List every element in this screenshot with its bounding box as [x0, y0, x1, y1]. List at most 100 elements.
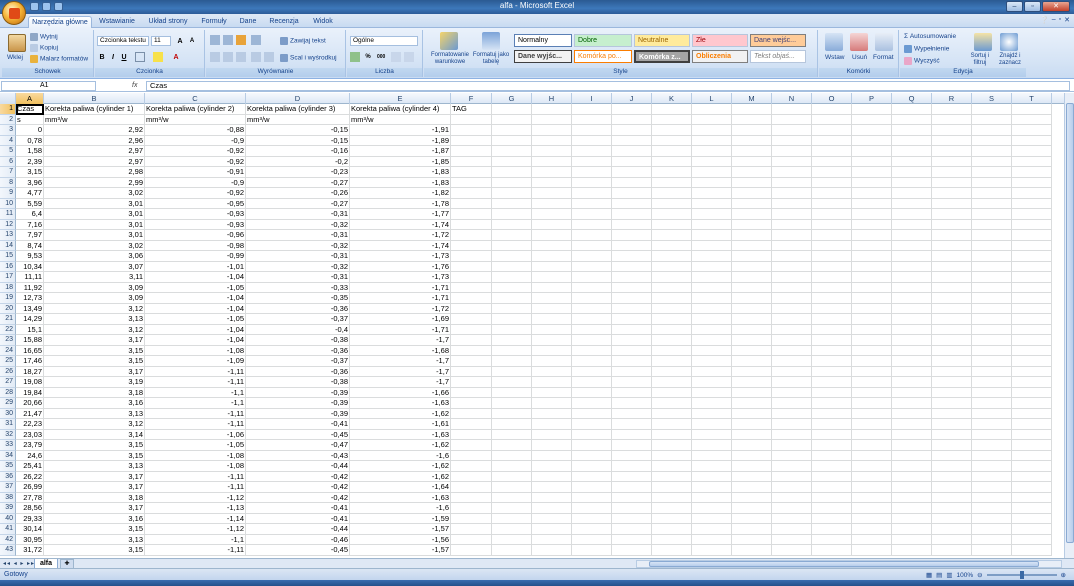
cell-t13[interactable] — [1012, 230, 1052, 241]
cell-d7[interactable]: -0,23 — [246, 167, 350, 178]
cell-d15[interactable]: -0,31 — [246, 251, 350, 262]
cell-e31[interactable]: -1,61 — [350, 419, 451, 430]
cell-t21[interactable] — [1012, 314, 1052, 325]
cell-c22[interactable]: -1,04 — [145, 324, 246, 335]
cell-l40[interactable] — [692, 513, 732, 524]
cell-n18[interactable] — [772, 282, 812, 293]
name-box[interactable]: A1 — [1, 81, 96, 91]
cell-n39[interactable] — [772, 503, 812, 514]
merge-center-button[interactable]: Scal i wyśrodkuj — [280, 54, 337, 62]
cell-i26[interactable] — [572, 366, 612, 377]
cell-j9[interactable] — [612, 188, 652, 199]
cell-l13[interactable] — [692, 230, 732, 241]
thousands-icon[interactable]: 000 — [376, 52, 386, 62]
cell-k26[interactable] — [652, 366, 692, 377]
cell-f9[interactable] — [451, 188, 492, 199]
cell-f14[interactable] — [451, 240, 492, 251]
cell-r38[interactable] — [932, 492, 972, 503]
cell-i35[interactable] — [572, 461, 612, 472]
cell-j12[interactable] — [612, 219, 652, 230]
cell-b12[interactable]: 3,01 — [44, 219, 145, 230]
cell-h23[interactable] — [532, 335, 572, 346]
cell-i32[interactable] — [572, 429, 612, 440]
cell-h25[interactable] — [532, 356, 572, 367]
cell-g18[interactable] — [492, 282, 532, 293]
cell-b17[interactable]: 3,11 — [44, 272, 145, 283]
cell-t34[interactable] — [1012, 450, 1052, 461]
cell-f36[interactable] — [451, 471, 492, 482]
cell-r9[interactable] — [932, 188, 972, 199]
cell-j41[interactable] — [612, 524, 652, 535]
format-cells-icon[interactable] — [875, 33, 893, 51]
zoom-out-icon[interactable]: ⊖ — [977, 571, 982, 579]
cell-n33[interactable] — [772, 440, 812, 451]
cell-m38[interactable] — [732, 492, 772, 503]
style-calculation[interactable]: Obliczenia — [692, 50, 748, 63]
cell-d41[interactable]: -0,44 — [246, 524, 350, 535]
cell-p16[interactable] — [852, 261, 892, 272]
cell-m26[interactable] — [732, 366, 772, 377]
cell-r28[interactable] — [932, 387, 972, 398]
cell-h18[interactable] — [532, 282, 572, 293]
cell-k9[interactable] — [652, 188, 692, 199]
copy-button[interactable]: Kopiuj — [30, 44, 58, 52]
cell-c30[interactable]: -1,11 — [145, 408, 246, 419]
cell-n16[interactable] — [772, 261, 812, 272]
cell-d23[interactable]: -0,38 — [246, 335, 350, 346]
cell-o1[interactable] — [812, 104, 852, 115]
column-header-p[interactable]: P — [852, 93, 892, 104]
cell-s38[interactable] — [972, 492, 1012, 503]
cell-s31[interactable] — [972, 419, 1012, 430]
row-header[interactable]: 18 — [0, 282, 16, 293]
cell-t31[interactable] — [1012, 419, 1052, 430]
cell-c34[interactable]: -1,08 — [145, 450, 246, 461]
cell-g38[interactable] — [492, 492, 532, 503]
cell-h31[interactable] — [532, 419, 572, 430]
cell-q27[interactable] — [892, 377, 932, 388]
cell-a9[interactable]: 4,77 — [16, 188, 44, 199]
cell-n7[interactable] — [772, 167, 812, 178]
cell-p43[interactable] — [852, 545, 892, 556]
cell-i12[interactable] — [572, 219, 612, 230]
cell-h41[interactable] — [532, 524, 572, 535]
cell-o39[interactable] — [812, 503, 852, 514]
cell-g19[interactable] — [492, 293, 532, 304]
cell-s3[interactable] — [972, 125, 1012, 136]
cell-r33[interactable] — [932, 440, 972, 451]
cell-d8[interactable]: -0,27 — [246, 177, 350, 188]
cell-n1[interactable] — [772, 104, 812, 115]
cell-n9[interactable] — [772, 188, 812, 199]
cell-j35[interactable] — [612, 461, 652, 472]
cell-t7[interactable] — [1012, 167, 1052, 178]
cell-p19[interactable] — [852, 293, 892, 304]
cell-o5[interactable] — [812, 146, 852, 157]
cell-i22[interactable] — [572, 324, 612, 335]
cell-c41[interactable]: -1,12 — [145, 524, 246, 535]
cell-h27[interactable] — [532, 377, 572, 388]
cell-b29[interactable]: 3,16 — [44, 398, 145, 409]
cell-k20[interactable] — [652, 303, 692, 314]
cell-i14[interactable] — [572, 240, 612, 251]
cell-i15[interactable] — [572, 251, 612, 262]
cell-c1[interactable]: Korekta paliwa (cylinder 2) — [145, 104, 246, 115]
cell-p24[interactable] — [852, 345, 892, 356]
cell-o2[interactable] — [812, 114, 852, 125]
cell-l30[interactable] — [692, 408, 732, 419]
cell-q38[interactable] — [892, 492, 932, 503]
cell-g32[interactable] — [492, 429, 532, 440]
cell-i36[interactable] — [572, 471, 612, 482]
cell-l31[interactable] — [692, 419, 732, 430]
cell-g35[interactable] — [492, 461, 532, 472]
cell-c3[interactable]: -0,88 — [145, 125, 246, 136]
cell-l17[interactable] — [692, 272, 732, 283]
cell-f17[interactable] — [451, 272, 492, 283]
cell-p20[interactable] — [852, 303, 892, 314]
cell-j36[interactable] — [612, 471, 652, 482]
cell-b31[interactable]: 3,12 — [44, 419, 145, 430]
cell-h42[interactable] — [532, 534, 572, 545]
cell-m32[interactable] — [732, 429, 772, 440]
row-header[interactable]: 6 — [0, 156, 16, 167]
cell-m17[interactable] — [732, 272, 772, 283]
cell-h4[interactable] — [532, 135, 572, 146]
cell-n3[interactable] — [772, 125, 812, 136]
